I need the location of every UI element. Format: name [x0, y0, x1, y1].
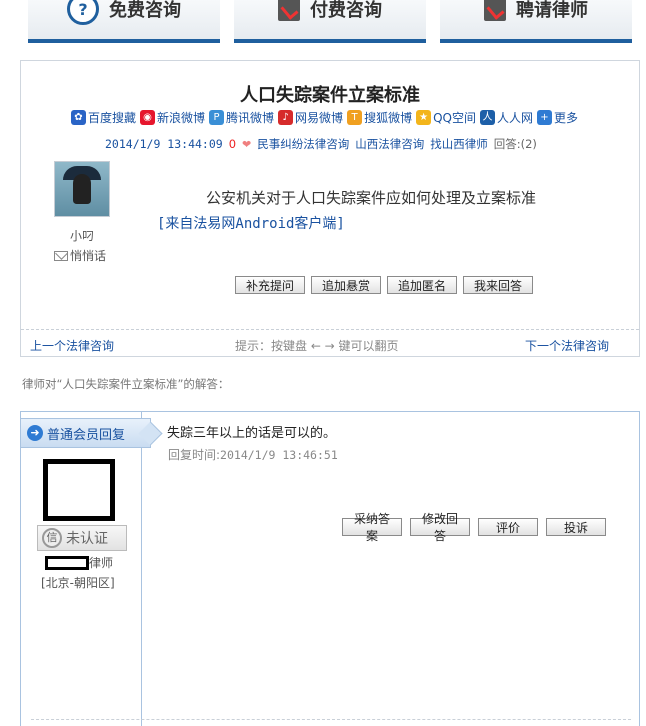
answer-content: 失踪三年以上的话是可以的。 回复时间:2014/1/9 13:46:51 采纳答…	[142, 412, 639, 726]
report-button[interactable]: 投诉	[546, 518, 606, 536]
redacted-name	[45, 555, 89, 570]
share-sina-weibo[interactable]: ◉ 新浪微博	[140, 109, 205, 126]
share-renren[interactable]: 人 人人网	[479, 109, 533, 126]
qzone-icon: ★	[416, 110, 432, 125]
time-label: 回复时间:	[168, 448, 221, 462]
find-lawyer-link[interactable]: 找山西律师	[430, 136, 488, 152]
netease-weibo-icon: ♪	[278, 110, 294, 125]
divider	[21, 329, 639, 330]
like-count: 0	[228, 137, 237, 151]
share-label: 腾讯微博	[226, 111, 275, 125]
share-label: 人人网	[496, 111, 533, 125]
share-tencent-weibo[interactable]: P 腾讯微博	[209, 109, 274, 126]
lawyer-suffix: 律师	[89, 556, 114, 570]
share-label: 新浪微博	[157, 111, 206, 125]
question-circle-icon: ?	[67, 0, 99, 25]
share-label: 搜狐微博	[364, 111, 413, 125]
share-netease-weibo[interactable]: ♪ 网易微博	[278, 109, 343, 126]
add-anonymous-button[interactable]: 追加匿名	[387, 276, 457, 294]
reply-count: 回答:(2)	[494, 136, 537, 152]
answer-time: 回复时间:2014/1/9 13:46:51	[168, 446, 338, 463]
verify-label: 未认证	[66, 531, 108, 547]
sohu-weibo-icon: T	[347, 110, 363, 125]
add-reward-button[interactable]: 追加悬赏	[311, 276, 381, 294]
question-date: 2014/1/9 13:44:09	[105, 137, 223, 151]
tencent-weibo-icon: P	[209, 110, 225, 125]
question-source[interactable]: [来自法易网Android客户端]	[157, 213, 345, 233]
question-actions: 补充提问 追加悬赏 追加匿名 我来回答	[235, 276, 533, 294]
accept-answer-button[interactable]: 采纳答案	[342, 512, 402, 543]
category-link[interactable]: 民事纠纷法律咨询	[257, 136, 349, 152]
tab-free-consult[interactable]: ? 免费咨询	[28, 0, 220, 43]
lawyer-name[interactable]: 律师	[45, 554, 113, 571]
share-qzone[interactable]: ★ QQ空间	[416, 109, 476, 126]
answer-button[interactable]: 我来回答	[463, 276, 533, 294]
question-meta: 2014/1/9 13:44:09 0 ❤ 民事纠纷法律咨询 山西法律咨询 找山…	[105, 136, 537, 152]
next-question-link[interactable]: 下一个法律咨询	[525, 337, 609, 354]
divider	[31, 719, 631, 720]
private-message-link[interactable]: 悄悄话	[54, 247, 114, 264]
share-label: 百度搜藏	[88, 111, 137, 125]
lawyer-avatar[interactable]	[43, 459, 115, 521]
baidu-icon: ✿	[71, 110, 86, 125]
renren-icon: 人	[479, 110, 495, 125]
share-sohu-weibo[interactable]: T 搜狐微博	[347, 109, 412, 126]
question-body: 公安机关对于人口失踪案件应如何处理及立案标准	[205, 189, 536, 207]
plus-icon: +	[537, 110, 552, 125]
badge-label: 普通会员回复	[47, 427, 126, 443]
question-panel: 人口失踪案件立案标准 ✿ 百度搜藏 ◉ 新浪微博 P 腾讯微博 ♪ 网易微博 T…	[20, 60, 640, 357]
mail-icon	[54, 250, 68, 261]
tab-hire-lawyer[interactable]: 聘请律师	[440, 0, 632, 43]
tab-paid-consult[interactable]: 付费咨询	[234, 0, 426, 43]
keyboard-hint: 提示：按键盘 ← → 键可以翻页	[235, 339, 399, 353]
tab-label: 免费咨询	[109, 0, 181, 21]
share-baidu[interactable]: ✿ 百度搜藏	[71, 109, 136, 126]
answer-panel: 信 未认证 律师 [北京-朝阳区] ➜ 普通会员回复 失踪三年以上的话是可以的。…	[20, 411, 640, 726]
tab-label: 付费咨询	[310, 0, 382, 21]
share-label: 网易微博	[295, 111, 344, 125]
share-more[interactable]: + 更多	[537, 109, 578, 126]
reply-label: 回答:	[493, 137, 521, 151]
add-question-button[interactable]: 补充提问	[235, 276, 305, 294]
top-tab-bar: ? 免费咨询 付费咨询 聘请律师	[0, 0, 646, 46]
question-title: 人口失踪案件立案标准	[240, 85, 420, 106]
region-link[interactable]: 山西法律咨询	[355, 136, 424, 152]
asker-name[interactable]: 小叼	[54, 227, 110, 244]
time-value: 2014/1/9 13:46:51	[220, 448, 338, 462]
answers-heading: 律师对“人口失踪案件立案标准”的解答：	[22, 377, 230, 391]
share-label: 更多	[554, 111, 579, 125]
arrow-right-circle-icon: ➜	[27, 425, 43, 441]
asker-avatar[interactable]	[54, 161, 110, 217]
verify-badge: 信 未认证	[37, 525, 127, 551]
rate-button[interactable]: 评价	[478, 518, 538, 536]
member-reply-badge: ➜ 普通会员回复	[21, 418, 151, 448]
reply-count-value: (2)	[520, 137, 537, 151]
prev-question-link[interactable]: 上一个法律咨询	[30, 337, 114, 354]
tab-label: 聘请律师	[516, 0, 588, 21]
answer-author-column: 信 未认证 律师 [北京-朝阳区]	[21, 412, 142, 726]
pm-label: 悄悄话	[70, 249, 107, 263]
certificate-icon: 信	[42, 528, 62, 548]
heart-icon[interactable]: ❤	[242, 138, 251, 151]
checklist-icon	[484, 0, 506, 21]
lawyer-location: [北京-朝阳区]	[41, 576, 115, 590]
share-label: QQ空间	[433, 111, 476, 125]
checklist-icon	[278, 0, 300, 21]
edit-answer-button[interactable]: 修改回答	[410, 512, 470, 543]
answer-actions: 采纳答案 修改回答 评价 投诉	[342, 512, 606, 543]
share-bar: ✿ 百度搜藏 ◉ 新浪微博 P 腾讯微博 ♪ 网易微博 T 搜狐微博 ★ QQ空…	[71, 109, 631, 126]
answer-text: 失踪三年以上的话是可以的。	[167, 426, 337, 441]
sina-weibo-icon: ◉	[140, 110, 156, 125]
